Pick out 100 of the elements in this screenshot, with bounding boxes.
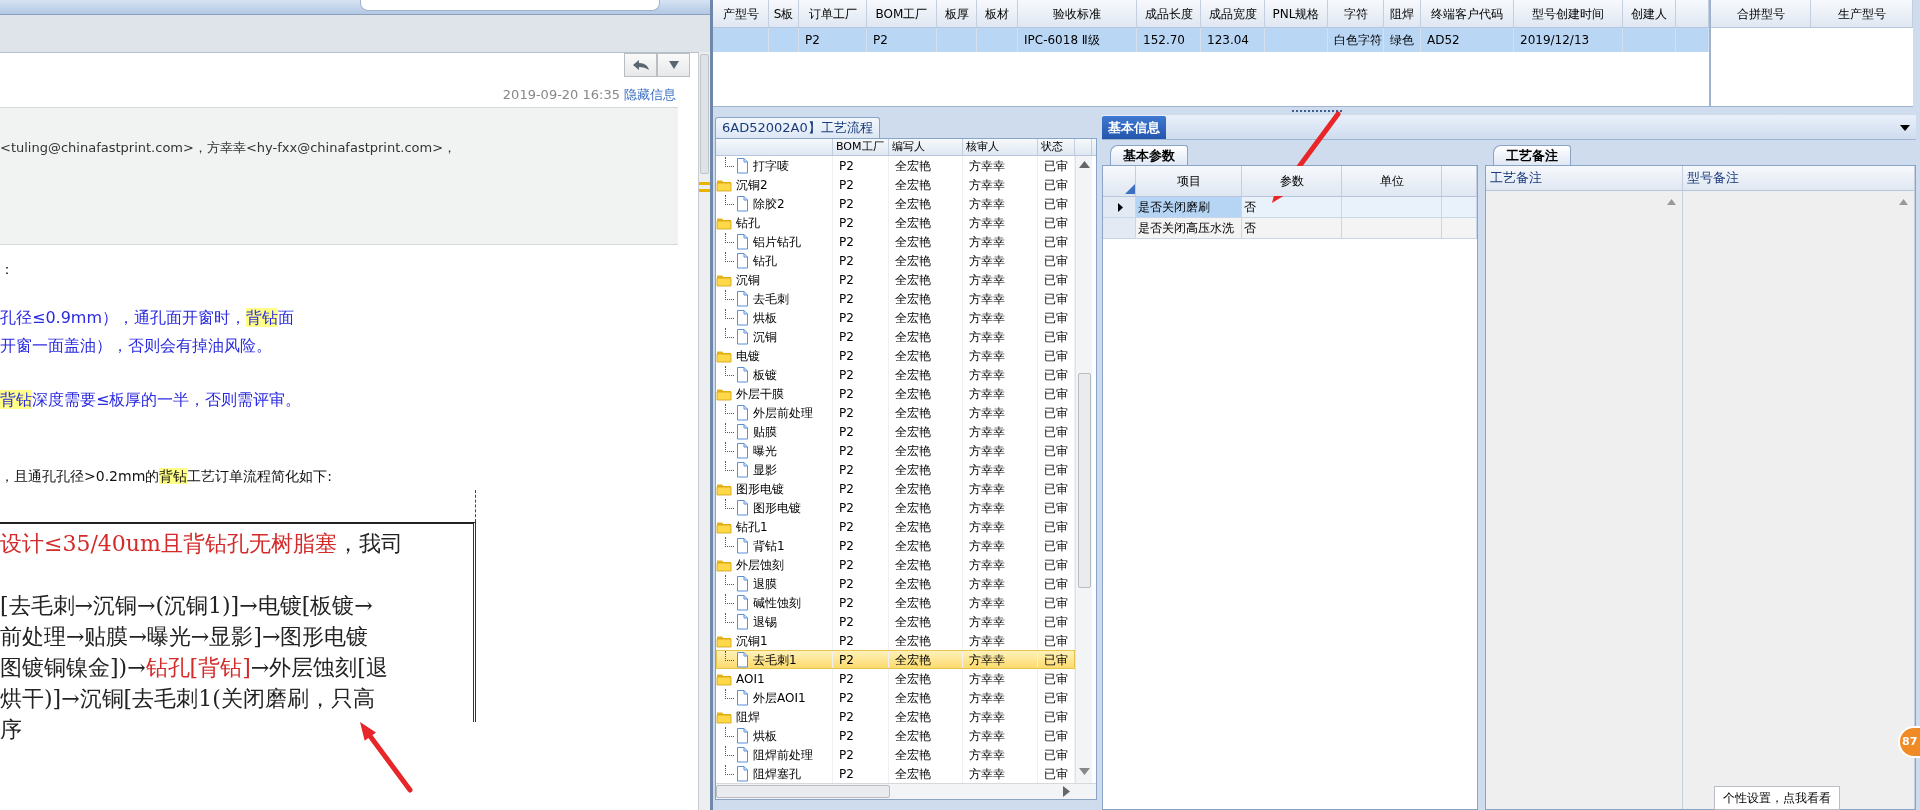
hide-details-link[interactable]: 隐藏信息 [624, 84, 676, 105]
table-cell-text: 已审 [1044, 195, 1068, 213]
document-icon [736, 594, 749, 611]
tree-row[interactable]: 钻孔1 P2 全宏艳 方幸幸 已审 [716, 517, 1075, 536]
table-cell-text: 方幸幸 [969, 176, 1005, 194]
table-row[interactable]: 是否关闭磨刷 否 [1103, 197, 1477, 218]
table-row[interactable]: P2 P2 IPC-6018 Ⅱ级 152.70 123.04 白色字符 绿色 AD52 2019/12/13 [713, 28, 1709, 52]
tree-row[interactable]: 外层AOI1 P2 全宏艳 方幸幸 已审 [716, 688, 1075, 707]
tree-row[interactable]: 电镀 P2 全宏艳 方幸幸 已审 [716, 346, 1075, 365]
tree-row[interactable]: 烘板 P2 全宏艳 方幸幸 已审 [716, 726, 1075, 745]
column-header[interactable]: BOM工厂 [833, 139, 889, 155]
column-header[interactable]: 成品宽度 [1201, 0, 1265, 27]
table-cell-text: 全宏艳 [895, 328, 931, 346]
tree-row[interactable]: 打字唛 P2 全宏艳 方幸幸 已审 [716, 156, 1075, 175]
panel-tab[interactable]: 工艺备注 [1493, 145, 1571, 165]
column-header[interactable]: BOM工厂 [867, 0, 937, 27]
tree-row[interactable]: 沉铜 P2 全宏艳 方幸幸 已审 [716, 270, 1075, 289]
caret-icon[interactable] [1900, 125, 1910, 131]
tree-row[interactable]: 沉铜 P2 全宏艳 方幸幸 已审 [716, 327, 1075, 346]
scroll-up-icon[interactable] [1667, 199, 1676, 205]
panel-tab[interactable]: 基本参数 [1110, 145, 1188, 165]
tree-row[interactable]: 阻焊 P2 全宏艳 方幸幸 已审 [716, 707, 1075, 726]
column-header[interactable]: S板 [769, 0, 799, 27]
tree-row[interactable]: 图形电镀 P2 全宏艳 方幸幸 已审 [716, 498, 1075, 517]
tree-row[interactable]: 外层蚀刻 P2 全宏艳 方幸幸 已审 [716, 555, 1075, 574]
table-cell-text: 已审 [1044, 385, 1068, 403]
table-cell-text: 方幸幸 [969, 328, 1005, 346]
tree-row[interactable]: 外层前处理 P2 全宏艳 方幸幸 已审 [716, 403, 1075, 422]
table-cell-text: 已审 [1044, 594, 1068, 612]
panel-tab[interactable]: 基本信息 [1102, 116, 1166, 139]
column-header[interactable]: PNL规格 [1265, 0, 1328, 27]
scrollbar[interactable] [1075, 156, 1092, 783]
tree-row[interactable]: 曝光 P2 全宏艳 方幸幸 已审 [716, 441, 1075, 460]
column-header[interactable]: 产型号 [713, 0, 769, 27]
panel-tab[interactable]: 6AD52002A0】工艺流程 [715, 117, 880, 138]
column-header[interactable]: 板材 [977, 0, 1018, 27]
table-cell-text: 已审 [1044, 461, 1068, 479]
table-cell-text: 方幸幸 [969, 461, 1005, 479]
node-label: 钻孔1 [735, 518, 768, 536]
row-pointer-icon [1117, 202, 1123, 212]
table-cell-text: 否 [1244, 199, 1256, 216]
tree-row[interactable]: 烘板 P2 全宏艳 方幸幸 已审 [716, 308, 1075, 327]
column-header[interactable]: 成品长度 [1137, 0, 1201, 27]
column-header[interactable]: 工艺备注 [1486, 166, 1683, 190]
reply-button[interactable] [624, 53, 657, 77]
table-cell-text: 全宏艳 [895, 214, 931, 232]
column-header[interactable]: 订单工厂 [799, 0, 867, 27]
more-button[interactable] [657, 53, 690, 77]
column-header[interactable]: 型号备注 [1683, 166, 1915, 190]
column-header[interactable]: 编写人 [889, 139, 963, 155]
tree-row[interactable]: AOI1 P2 全宏艳 方幸幸 已审 [716, 669, 1075, 688]
document-icon [736, 746, 749, 763]
column-header[interactable]: 字符 [1328, 0, 1384, 27]
column-header[interactable]: 板厚 [937, 0, 977, 27]
scrollbar-thumb[interactable] [1077, 373, 1091, 588]
scroll-up-icon[interactable] [1899, 199, 1908, 205]
tree-row[interactable]: 去毛刺 P2 全宏艳 方幸幸 已审 [716, 289, 1075, 308]
tree-row[interactable]: 显影 P2 全宏艳 方幸幸 已审 [716, 460, 1075, 479]
column-header[interactable]: 型号创建时间 [1514, 0, 1623, 27]
table-cell-text: P2 [839, 404, 854, 422]
tree-row[interactable]: 碱性蚀刻 P2 全宏艳 方幸幸 已审 [716, 593, 1075, 612]
search-field[interactable] [360, 0, 660, 11]
tree-row[interactable]: 外层干膜 P2 全宏艳 方幸幸 已审 [716, 384, 1075, 403]
document-icon [736, 499, 749, 516]
email-timestamp: 2019-09-20 16:35 [502, 85, 620, 104]
column-header[interactable]: 终端客户代码 [1421, 0, 1514, 27]
scrollbar-thumb[interactable] [700, 54, 709, 174]
column-header[interactable]: 创建人 [1623, 0, 1676, 27]
column-header[interactable]: 核审人 [963, 139, 1038, 155]
tree-row[interactable]: 退膜 P2 全宏艳 方幸幸 已审 [716, 574, 1075, 593]
tree-row[interactable]: 退锡 P2 全宏艳 方幸幸 已审 [716, 612, 1075, 631]
table-cell-text: P2 [839, 765, 854, 783]
scrollbar-thumb[interactable] [716, 785, 890, 798]
column-header[interactable]: 阻焊 [1384, 0, 1421, 27]
tree-row[interactable]: 去毛刺1 P2 全宏艳 方幸幸 已审 [716, 650, 1075, 669]
column-header[interactable]: 生产型号 [1811, 0, 1913, 27]
tree-row[interactable]: 阻焊前处理 P2 全宏艳 方幸幸 已审 [716, 745, 1075, 764]
table-cell-text: P2 [805, 32, 820, 49]
scroll-down-icon[interactable] [1078, 768, 1090, 775]
table-row[interactable]: 是否关闭高压水洗 否 [1103, 218, 1477, 239]
column-header[interactable]: 状态 [1038, 139, 1075, 155]
tree-row[interactable]: 沉铜2 P2 全宏艳 方幸幸 已审 [716, 175, 1075, 194]
tree-row[interactable]: 钻孔 P2 全宏艳 方幸幸 已审 [716, 213, 1075, 232]
tree-row[interactable]: 板镀 P2 全宏艳 方幸幸 已审 [716, 365, 1075, 384]
tree-row[interactable]: 除胶2 P2 全宏艳 方幸幸 已审 [716, 194, 1075, 213]
scrollbar[interactable] [698, 52, 710, 810]
email-text: ： [0, 260, 15, 279]
table-cell-text: 方幸幸 [969, 271, 1005, 289]
scroll-right-icon[interactable] [1063, 786, 1070, 797]
tree-row[interactable]: 图形电镀 P2 全宏艳 方幸幸 已审 [716, 479, 1075, 498]
column-header[interactable]: 合拼型号 [1711, 0, 1811, 27]
table-cell-text: 方幸幸 [969, 632, 1005, 650]
tree-row[interactable]: 背钻1 P2 全宏艳 方幸幸 已审 [716, 536, 1075, 555]
tree-row[interactable]: 钻孔 P2 全宏艳 方幸幸 已审 [716, 251, 1075, 270]
table-cell-text: 已审 [1044, 404, 1068, 422]
scrollbar[interactable] [716, 783, 1096, 799]
column-header[interactable]: 验收标准 [1018, 0, 1137, 27]
tree-row[interactable]: 铝片钻孔 P2 全宏艳 方幸幸 已审 [716, 232, 1075, 251]
tree-row[interactable]: 贴膜 P2 全宏艳 方幸幸 已审 [716, 422, 1075, 441]
scroll-up-icon[interactable] [1078, 161, 1090, 168]
